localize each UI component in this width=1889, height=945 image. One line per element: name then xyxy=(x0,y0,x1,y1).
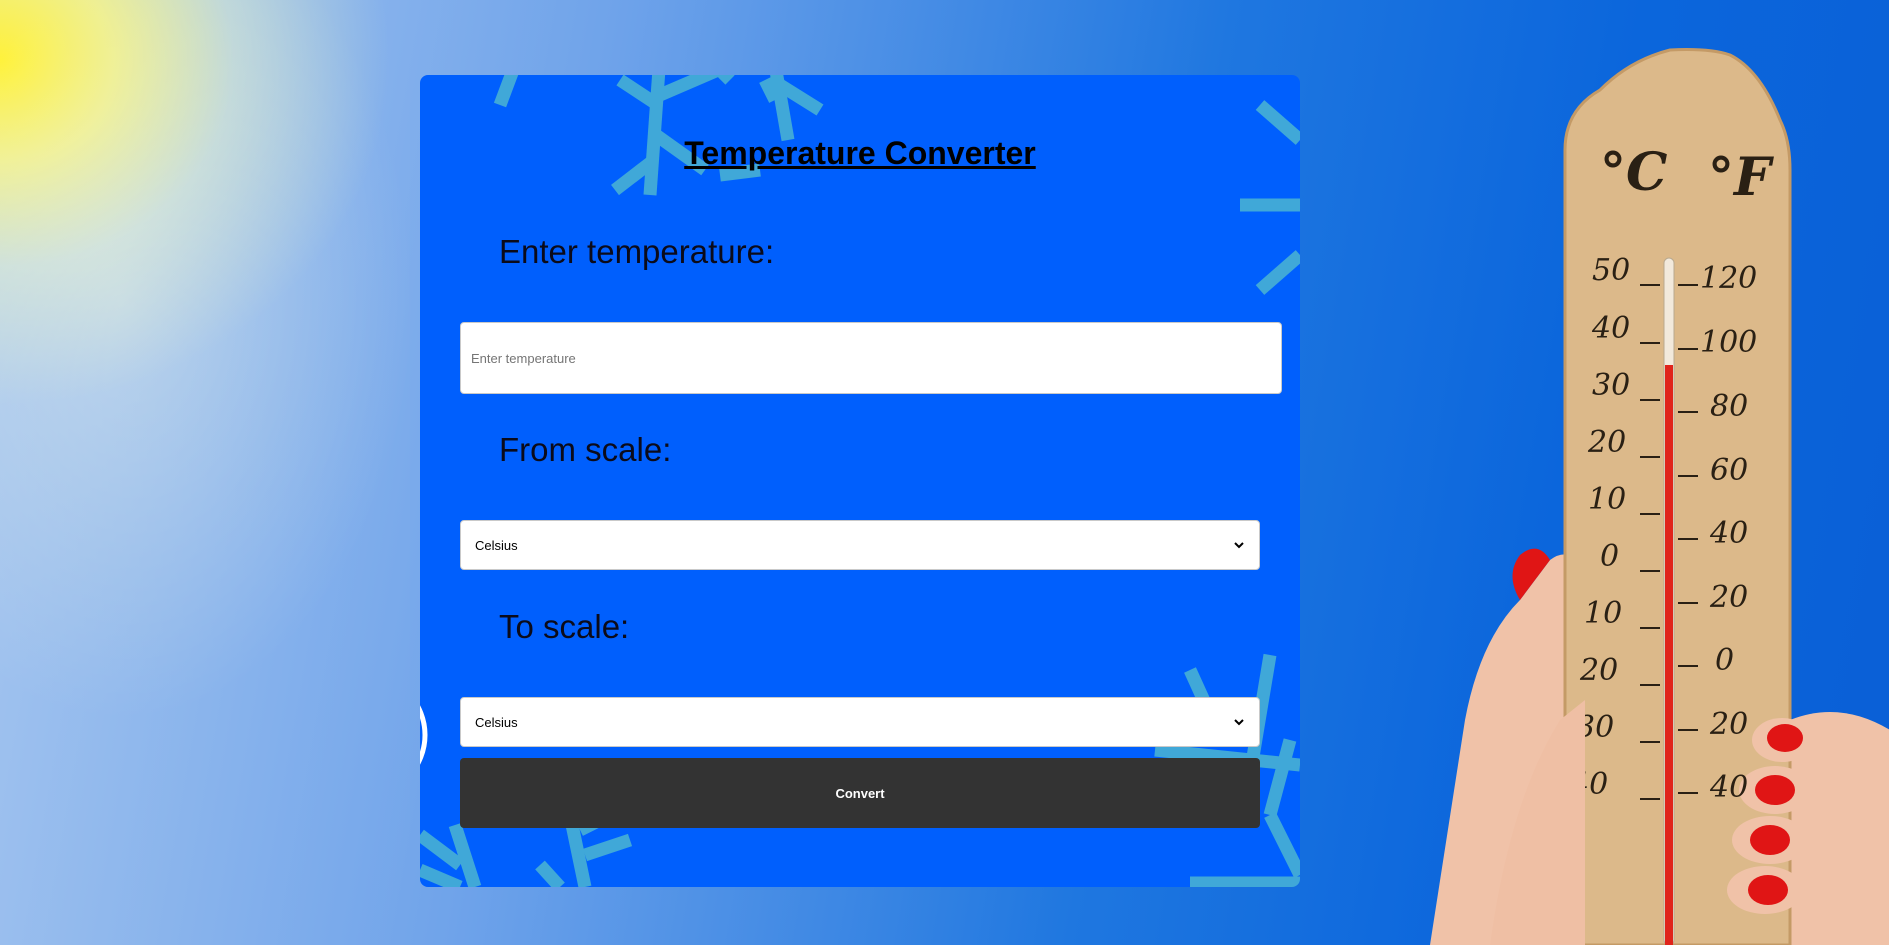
chevron-down-icon xyxy=(1233,539,1245,551)
converter-card: Temperature Converter Enter temperature:… xyxy=(420,75,1300,887)
temperature-label: Enter temperature: xyxy=(499,233,775,270)
convert-button[interactable]: Convert xyxy=(460,758,1260,828)
fahrenheit-tick: 120 xyxy=(1700,261,1757,296)
celsius-tick: 40 xyxy=(1591,311,1630,346)
chevron-down-icon xyxy=(1233,716,1245,728)
page-title: Temperature Converter xyxy=(684,135,1036,171)
from-scale-value: Celsius xyxy=(475,537,518,553)
fahrenheit-tick: 40 xyxy=(1709,516,1748,551)
fahrenheit-tick: 20 xyxy=(1709,580,1748,615)
fahrenheit-tick: 0 xyxy=(1715,643,1734,678)
fahrenheit-tick: 20 xyxy=(1709,707,1748,742)
to-scale-label: To scale: xyxy=(499,608,630,645)
temperature-input[interactable] xyxy=(460,322,1282,394)
from-scale-select[interactable]: Celsius xyxy=(460,520,1260,570)
celsius-tick: 30 xyxy=(1592,368,1630,403)
fahrenheit-tick: 80 xyxy=(1710,389,1748,424)
fahrenheit-unit: °F xyxy=(1708,147,1774,208)
thermometer-image: °C °F 50 40 30 20 10 0 10 20 30 40 120 1… xyxy=(1430,48,1889,945)
celsius-tick: 10 xyxy=(1584,596,1622,631)
to-scale-value: Celsius xyxy=(475,714,518,730)
celsius-tick: 20 xyxy=(1579,653,1618,688)
celsius-unit: °C xyxy=(1600,142,1667,203)
celsius-tick: 10 xyxy=(1588,482,1626,517)
to-scale-select[interactable]: Celsius xyxy=(460,697,1260,747)
celsius-tick: 50 xyxy=(1592,253,1630,288)
celsius-tick: 0 xyxy=(1600,539,1619,574)
from-scale-label: From scale: xyxy=(499,431,672,468)
fahrenheit-tick: 100 xyxy=(1700,325,1757,360)
celsius-tick: 20 xyxy=(1587,425,1626,460)
fahrenheit-tick: 60 xyxy=(1710,453,1748,488)
fahrenheit-tick: 40 xyxy=(1709,770,1748,805)
